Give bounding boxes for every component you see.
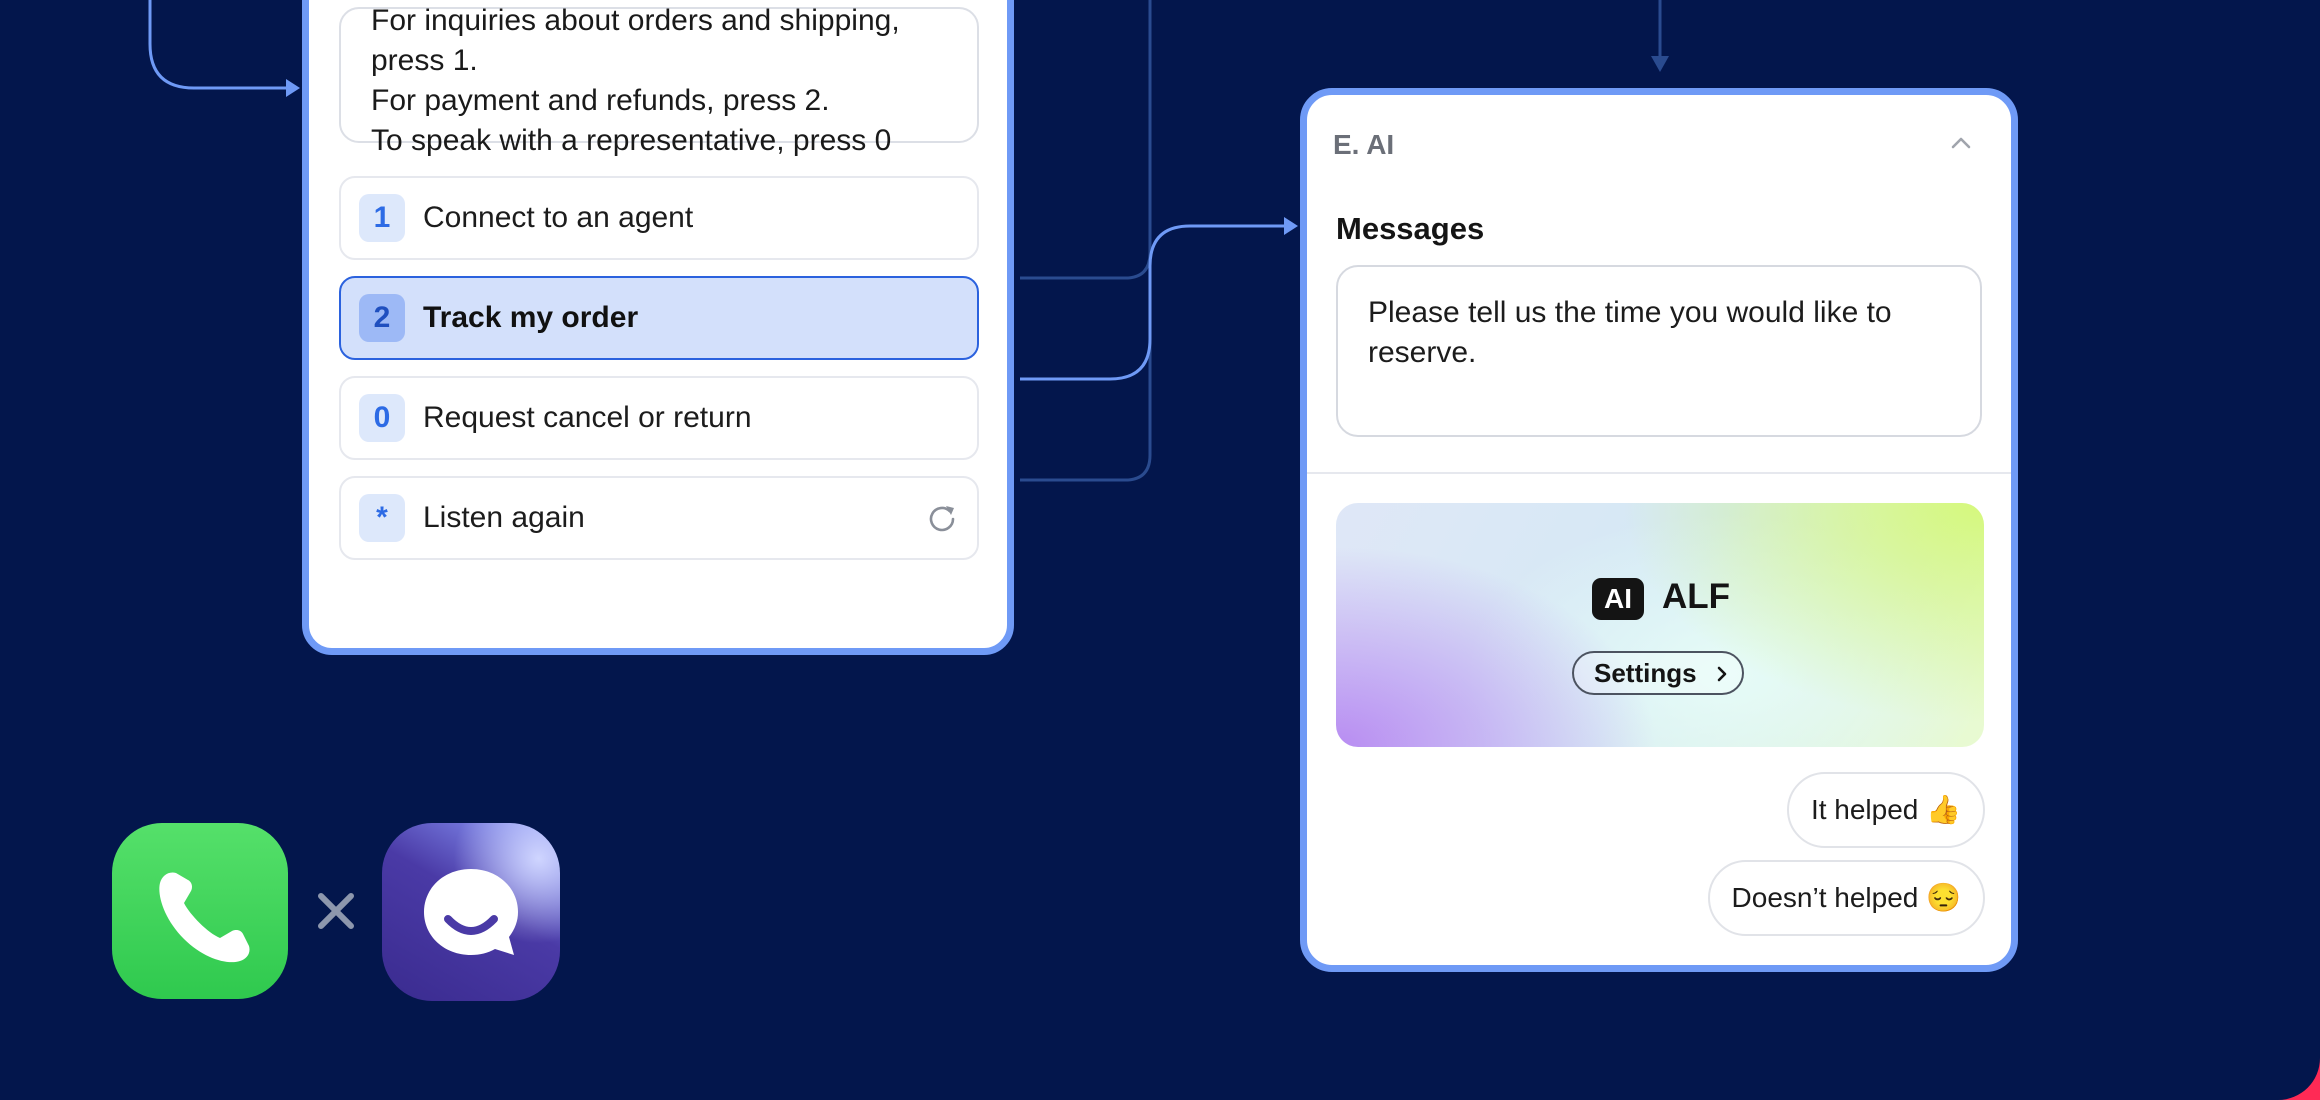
- alf-card: AI ALF Settings: [1336, 503, 1984, 747]
- chat-bubble-icon: [424, 869, 518, 955]
- option-1-connector: [1020, 252, 1152, 280]
- option-label: Request cancel or return: [423, 401, 752, 434]
- chat-app-icon: [382, 823, 560, 1001]
- option-label: Track my order: [423, 301, 639, 334]
- prompt-line: press 1.: [371, 44, 478, 77]
- prompt-line: For inquiries about orders and shipping,: [371, 4, 900, 37]
- option-key-badge: 0: [359, 394, 405, 442]
- prompt-line: For payment and refunds, press 2.: [371, 84, 830, 117]
- option-label: Connect to an agent: [423, 201, 694, 234]
- ivr-option-cancel-return[interactable]: 0 Request cancel or return: [339, 376, 979, 460]
- rail-connector: [1020, 0, 1152, 482]
- ai-arrow-head: [1284, 217, 1298, 235]
- divider: [1307, 472, 2011, 474]
- refresh-icon[interactable]: [925, 502, 959, 536]
- incoming-connector: [148, 0, 286, 90]
- alf-settings-button[interactable]: Settings: [1572, 651, 1744, 695]
- option-2-connector: [1020, 224, 1284, 381]
- alf-name: ALF: [1662, 577, 1731, 616]
- prompt-line: To speak with a representative, press 0: [371, 124, 892, 157]
- ivr-menu-card[interactable]: For inquiries about orders and shipping,…: [302, 0, 1014, 655]
- option-key-badge: 1: [359, 194, 405, 242]
- feedback-not-helped-button[interactable]: Doesn’t helped 😔: [1707, 860, 1985, 936]
- ai-node-title: E. AI: [1333, 129, 1395, 160]
- phone-app-icon: [112, 823, 288, 999]
- ivr-option-listen-again[interactable]: * Listen again: [339, 476, 979, 560]
- chevron-up-icon[interactable]: [1947, 133, 1975, 153]
- flow-canvas: For inquiries about orders and shipping,…: [0, 0, 2320, 1100]
- phone-handset-icon: [159, 872, 250, 963]
- ivr-prompt-text: For inquiries about orders and shipping,…: [339, 4, 979, 157]
- ivr-option-track-order[interactable]: 2 Track my order: [339, 276, 979, 360]
- option-key-badge: 2: [359, 294, 405, 342]
- option-label: Listen again: [423, 501, 585, 534]
- times-icon: [318, 893, 354, 929]
- ivr-option-connect-agent[interactable]: 1 Connect to an agent: [339, 176, 979, 260]
- feedback-helped-button[interactable]: It helped 👍: [1786, 772, 1985, 848]
- chevron-right-icon: [1717, 666, 1727, 682]
- message-field[interactable]: Please tell us the time you would like t…: [1336, 265, 1982, 437]
- ai-badge-icon: AI: [1592, 578, 1644, 620]
- messages-heading: Messages: [1336, 211, 1485, 246]
- ai-node-card[interactable]: E. AI Messages Please tell us the time y…: [1300, 88, 2018, 972]
- option-key-badge: *: [359, 494, 405, 542]
- incoming-arrow-head: [286, 79, 300, 97]
- ai-top-arrow-head: [1651, 56, 1669, 72]
- settings-label: Settings: [1594, 658, 1697, 688]
